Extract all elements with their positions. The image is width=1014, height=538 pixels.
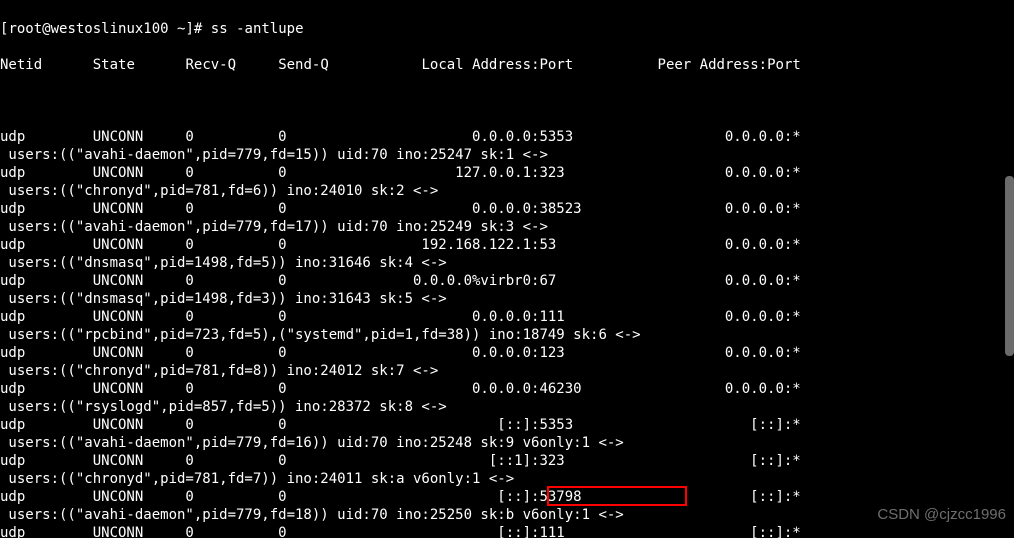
socket-row-users: users:(("dnsmasq",pid=1498,fd=5)) ino:31… (0, 254, 1014, 272)
prompt-user: root (8, 21, 42, 37)
socket-row-users: users:(("rpcbind",pid=723,fd=5),("system… (0, 326, 1014, 344)
socket-row: udp UNCONN 0 0 0.0.0.0%virbr0:67 0.0.0.0… (0, 272, 1014, 290)
prompt-host: westoslinux100 (51, 21, 169, 37)
socket-row: udp UNCONN 0 0 0.0.0.0:5353 0.0.0.0:* (0, 128, 1014, 146)
header-netid: Netid (0, 57, 42, 73)
socket-row: udp UNCONN 0 0 [::1]:323 [::]:* (0, 452, 1014, 470)
socket-row: udp UNCONN 0 0 [::]:5353 [::]:* (0, 416, 1014, 434)
header-sendq: Send-Q (278, 57, 329, 73)
socket-row-users: users:(("chronyd",pid=781,fd=6)) ino:240… (0, 182, 1014, 200)
socket-row-users: users:(("avahi-daemon",pid=779,fd=16)) u… (0, 434, 1014, 452)
socket-row: udp UNCONN 0 0 0.0.0.0:38523 0.0.0.0:* (0, 200, 1014, 218)
socket-row: udp UNCONN 0 0 0.0.0.0:111 0.0.0.0:* (0, 308, 1014, 326)
socket-row-users: users:(("chronyd",pid=781,fd=7)) ino:240… (0, 470, 1014, 488)
socket-row: udp UNCONN 0 0 [::]:111 [::]:* (0, 524, 1014, 538)
header-line: Netid State Recv-Q Send-Q Local Address:… (0, 56, 1014, 74)
blank-line (0, 92, 1014, 110)
socket-row-users: users:(("chronyd",pid=781,fd=8)) ino:240… (0, 362, 1014, 380)
socket-row: udp UNCONN 0 0 0.0.0.0:123 0.0.0.0:* (0, 344, 1014, 362)
prompt-command: ss -antlupe (211, 21, 304, 37)
socket-row-users: users:(("avahi-daemon",pid=779,fd=18)) u… (0, 506, 1014, 524)
socket-row-users: users:(("rsyslogd",pid=857,fd=5)) ino:28… (0, 398, 1014, 416)
prompt-bracket-close: ] (185, 21, 193, 37)
socket-row-users: users:(("avahi-daemon",pid=779,fd=15)) u… (0, 146, 1014, 164)
socket-row: udp UNCONN 0 0 192.168.122.1:53 0.0.0.0:… (0, 236, 1014, 254)
header-local: Local Address:Port (422, 57, 574, 73)
scrollbar-thumb[interactable] (1005, 176, 1014, 356)
socket-row: udp UNCONN 0 0 [::]:53798 [::]:* (0, 488, 1014, 506)
socket-row: udp UNCONN 0 0 0.0.0.0:46230 0.0.0.0:* (0, 380, 1014, 398)
socket-row-users: users:(("avahi-daemon",pid=779,fd=17)) u… (0, 218, 1014, 236)
header-peer: Peer Address:Port (658, 57, 801, 73)
scrollbar-track[interactable] (1005, 0, 1014, 538)
socket-row: udp UNCONN 0 0 127.0.0.1:323 0.0.0.0:* (0, 164, 1014, 182)
prompt-at: @ (42, 21, 50, 37)
terminal-output[interactable]: [root@westoslinux100 ~]# ss -antlupe Net… (0, 0, 1014, 538)
prompt-line: [root@westoslinux100 ~]# ss -antlupe (0, 20, 1014, 38)
socket-row-users: users:(("dnsmasq",pid=1498,fd=3)) ino:31… (0, 290, 1014, 308)
header-state: State (93, 57, 135, 73)
header-recvq: Recv-Q (185, 57, 236, 73)
prompt-symbol: # (194, 21, 202, 37)
